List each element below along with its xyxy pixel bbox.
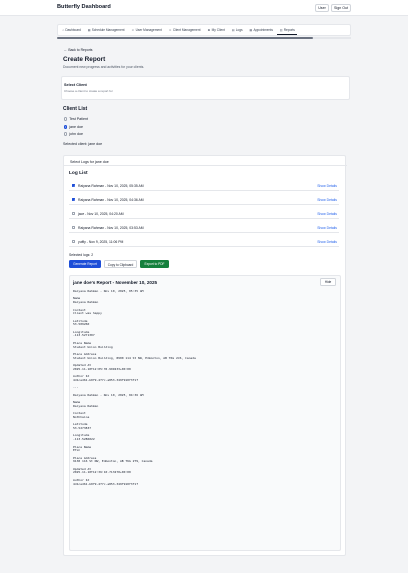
user-icon: ☻ (207, 28, 211, 32)
client-name: Test Patient (69, 117, 88, 121)
select-client-card: Select Client Choose a client to create … (61, 76, 350, 100)
log-checkbox[interactable] (72, 184, 76, 188)
tab-label: Appointments (253, 28, 273, 32)
log-checkbox[interactable] (72, 226, 76, 230)
client-option-john-doe[interactable]: john doe (64, 132, 83, 136)
log-text: yuffiy - Nov 9, 2025, 11:06 PM (78, 240, 124, 245)
show-details-link[interactable]: Show Details (317, 212, 337, 216)
selected-logs-count: Selected logs: 2 (69, 253, 94, 257)
tab-label: Reports (283, 27, 295, 32)
log-checkbox[interactable] (72, 212, 76, 216)
users-icon: ☺ (131, 28, 135, 32)
top-bar: Butterfly Dashboard User Sign Out (0, 0, 408, 16)
client-option-jane-doe[interactable]: jane doe (64, 125, 83, 129)
brand-title: Butterfly Dashboard (57, 4, 111, 10)
report-icon: ▥ (279, 27, 283, 32)
calendar-icon: ▦ (249, 28, 253, 32)
client-option-test-patient[interactable]: Test Patient (64, 117, 88, 121)
page-title: Create Report (63, 56, 106, 63)
client-list-title: Client List (63, 106, 88, 112)
radio-button[interactable] (64, 132, 68, 136)
log-text: Raiyana Rahman - Nov 10, 2025, 04:36 AM (78, 198, 144, 203)
show-details-link[interactable]: Show Details (317, 240, 337, 244)
show-details-link[interactable]: Show Details (317, 198, 337, 202)
logs-card-header: Select Logs for jane doe (64, 156, 347, 166)
show-details-link[interactable]: Show Details (317, 184, 337, 188)
tab-user-management[interactable]: ☺ User Management (129, 26, 164, 34)
selected-client-text: Selected client: jane doe (63, 142, 103, 146)
tab-label: Dashboard (65, 28, 81, 32)
tab-dashboard[interactable]: ⌂ Dashboard (60, 26, 83, 34)
log-list-title: Log List (69, 171, 88, 176)
client-name: john doe (69, 132, 83, 136)
select-client-hint: Choose a client to create a report for (64, 89, 113, 93)
tab-logs[interactable]: ▤ Logs (229, 26, 245, 34)
generate-report-button[interactable]: Generate Report (69, 260, 101, 268)
log-checkbox[interactable] (72, 240, 76, 244)
log-text: jace - Nov 10, 2025, 04:20 AM (78, 212, 124, 217)
users-icon: ☺ (168, 28, 172, 32)
report-title: jane doe's Report - November 10, 2025 (73, 280, 158, 285)
log-checkbox[interactable] (72, 198, 76, 202)
report-body: Raiyana Rahman - Nov 10, 2025, 05:35 AM … (73, 289, 196, 486)
home-icon: ⌂ (62, 28, 65, 32)
show-details-link[interactable]: Show Details (317, 226, 337, 230)
log-text: Raiyana Rahman - Nov 10, 2025, 05:35 AM (78, 184, 144, 189)
tab-my-client[interactable]: ☻ My Client (205, 26, 227, 34)
tab-label: Schedule Management (91, 28, 125, 32)
back-link[interactable]: ← Back to Reports (64, 48, 92, 52)
scrollbar-thumb[interactable] (57, 37, 313, 39)
radio-button[interactable] (64, 117, 68, 121)
tab-appointments[interactable]: ▦ Appointments (247, 26, 275, 34)
tab-client-management[interactable]: ☺ Client Management (166, 26, 203, 34)
log-item: jace - Nov 10, 2025, 04:20 AM Show Detail… (69, 210, 339, 219)
nav-tabs: ⌂ Dashboard ▦ Schedule Management ☺ User Ma… (57, 24, 351, 36)
tab-label: Client Management (172, 28, 201, 32)
log-item: Raiyana Rahman - Nov 10, 2025, 05:35 AM S… (69, 182, 339, 191)
select-client-label: Select Client (64, 83, 87, 87)
log-item: Raiyana Rahman - Nov 10, 2025, 03:53 AM S… (69, 224, 339, 233)
copy-to-clipboard-button[interactable]: Copy to Clipboard (104, 260, 137, 268)
back-label: Back to Reports (68, 48, 93, 52)
hide-report-button[interactable]: Hide (320, 278, 336, 286)
log-text: Raiyana Rahman - Nov 10, 2025, 03:53 AM (78, 226, 144, 231)
user-button[interactable]: User (315, 4, 329, 12)
tab-label: Logs (235, 28, 243, 32)
log-item: yuffiy - Nov 9, 2025, 11:06 PM Show Detai… (69, 238, 339, 247)
document-icon: ▤ (231, 28, 235, 32)
sign-out-button[interactable]: Sign Out (331, 4, 351, 12)
tab-label: User Management (135, 28, 162, 32)
radio-button[interactable] (64, 125, 68, 129)
tab-label: My Client (211, 28, 225, 32)
tab-reports[interactable]: ▥ Reports (277, 26, 298, 35)
calendar-icon: ▦ (87, 28, 91, 32)
client-name: jane doe (69, 125, 83, 129)
log-item: Raiyana Rahman - Nov 10, 2025, 04:36 AM S… (69, 196, 339, 205)
tabs-scrollbar[interactable] (57, 37, 351, 39)
tab-schedule-management[interactable]: ▦ Schedule Management (85, 26, 127, 34)
page-subtitle: Document new progress and activities for… (63, 65, 145, 69)
export-pdf-button[interactable]: Export to PDF (140, 260, 169, 268)
